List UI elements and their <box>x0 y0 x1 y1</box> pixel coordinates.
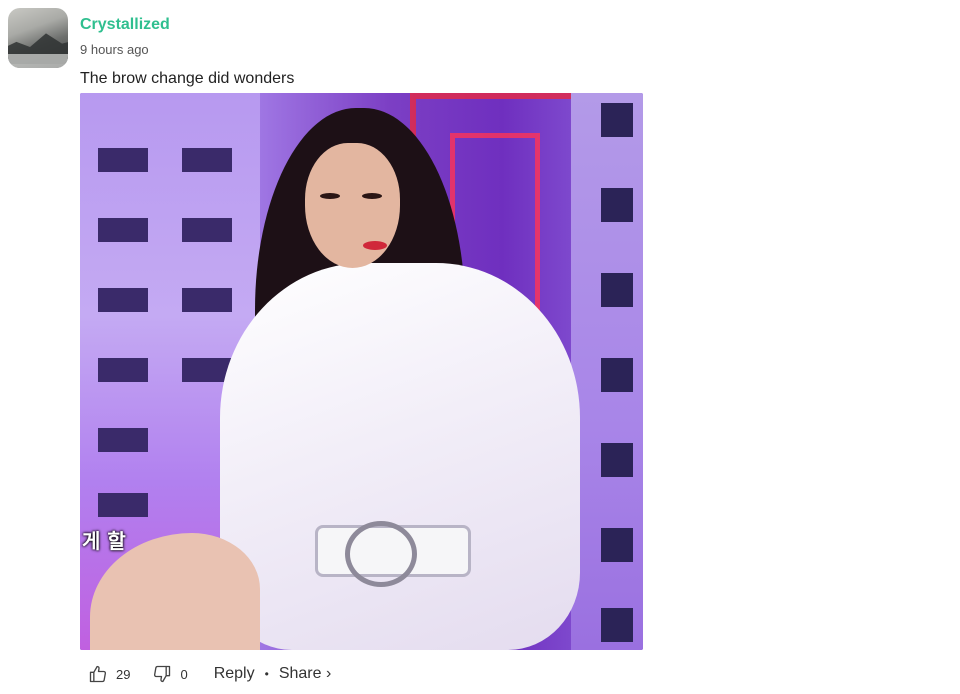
image-eye <box>362 193 382 199</box>
image-subtitle: 게 할 <box>82 529 126 553</box>
username-link[interactable]: Crystallized <box>80 15 170 35</box>
image-window <box>601 103 633 137</box>
avatar[interactable] <box>8 8 68 68</box>
image-window <box>601 188 633 222</box>
image-window <box>182 218 232 242</box>
image-eye <box>320 193 340 199</box>
image-lips <box>363 241 387 250</box>
image-blouse <box>220 263 580 650</box>
comment-text: The brow change did wonders <box>80 70 295 87</box>
image-window <box>601 528 633 562</box>
image-window <box>98 493 148 517</box>
image-window <box>182 288 232 312</box>
thumbs-up-icon <box>89 665 107 683</box>
attached-image[interactable]: 게 할 <box>80 93 643 650</box>
thumbs-down-icon <box>154 665 171 683</box>
image-window <box>601 443 633 477</box>
like-button[interactable]: 29 <box>88 664 130 684</box>
share-button[interactable]: Share › <box>279 665 331 683</box>
image-window <box>182 148 232 172</box>
image-window <box>601 273 633 307</box>
image-face <box>305 143 400 268</box>
reply-button[interactable]: Reply <box>214 665 255 683</box>
image-window <box>98 288 148 312</box>
image-buckle <box>345 521 417 587</box>
separator-dot: • <box>264 667 269 681</box>
comment-card: Crystallized 9 hours ago The brow change… <box>0 0 960 694</box>
like-count: 29 <box>116 666 131 682</box>
image-window <box>98 218 148 242</box>
dislike-count: 0 <box>180 666 188 682</box>
image-window <box>98 148 148 172</box>
image-window <box>98 358 148 382</box>
image-window <box>601 358 633 392</box>
timestamp: 9 hours ago <box>80 42 149 57</box>
dislike-button[interactable]: 0 <box>152 664 188 684</box>
avatar-snow-art <box>8 54 68 68</box>
comment-actions: 29 0 Reply • Share › <box>88 662 331 686</box>
image-window <box>98 428 148 452</box>
image-window <box>601 608 633 642</box>
